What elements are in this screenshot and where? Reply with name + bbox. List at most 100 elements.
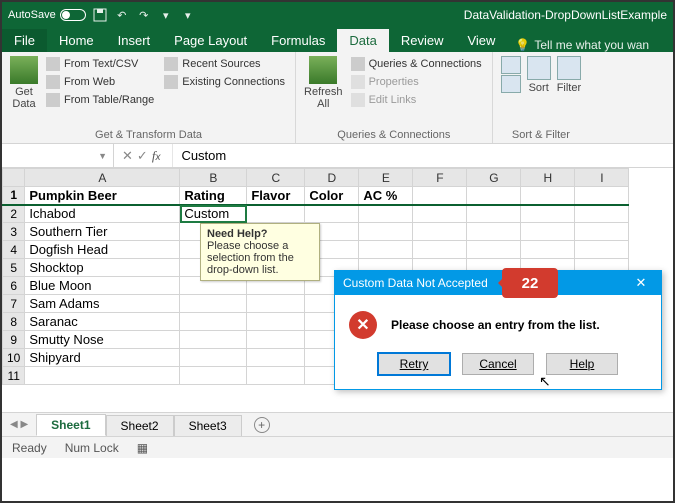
cell[interactable]	[359, 223, 413, 241]
select-all-corner[interactable]	[3, 169, 25, 187]
cell[interactable]: Saranac	[25, 313, 180, 331]
queries-connections-button[interactable]: Queries & Connections	[349, 56, 484, 72]
row-header[interactable]: 8	[3, 313, 25, 331]
cell[interactable]	[305, 205, 359, 223]
cell[interactable]	[413, 187, 467, 205]
help-button[interactable]: Help	[546, 353, 618, 375]
cell[interactable]	[467, 205, 521, 223]
recent-sources-button[interactable]: Recent Sources	[162, 56, 287, 72]
row-header[interactable]: 11	[3, 367, 25, 385]
tab-file[interactable]: File	[2, 29, 47, 52]
sheet-tab-3[interactable]: Sheet3	[174, 415, 242, 436]
cell[interactable]	[521, 205, 575, 223]
from-web-button[interactable]: From Web	[44, 74, 156, 90]
enter-formula-icon[interactable]: ✓	[137, 148, 148, 164]
autosave-toggle[interactable]: AutoSave	[8, 9, 86, 21]
sheet-tab-2[interactable]: Sheet2	[106, 415, 174, 436]
close-icon[interactable]: ✕	[629, 275, 653, 291]
col-header-G[interactable]: G	[467, 169, 521, 187]
cell[interactable]	[180, 367, 247, 385]
cell[interactable]: Shocktop	[25, 259, 180, 277]
cell[interactable]: Color	[305, 187, 359, 205]
edit-links-button[interactable]: Edit Links	[349, 92, 484, 108]
row-header[interactable]: 5	[3, 259, 25, 277]
row-header[interactable]: 1	[3, 187, 25, 205]
cancel-button[interactable]: Cancel	[462, 353, 534, 375]
cell[interactable]	[413, 205, 467, 223]
cell[interactable]	[180, 349, 247, 367]
cell[interactable]	[180, 313, 247, 331]
sort-za-icon[interactable]	[501, 75, 521, 93]
row-header[interactable]: 6	[3, 277, 25, 295]
tell-me-search[interactable]: 💡 Tell me what you wan	[515, 38, 649, 52]
retry-button[interactable]: Retry	[378, 353, 450, 375]
sheet-nav-arrows[interactable]: ◀ ▶	[2, 419, 36, 430]
cell[interactable]	[575, 241, 629, 259]
existing-connections-button[interactable]: Existing Connections	[162, 74, 287, 90]
row-header[interactable]: 10	[3, 349, 25, 367]
cell[interactable]	[247, 367, 305, 385]
cell[interactable]	[575, 187, 629, 205]
cell[interactable]: Custom▼	[180, 205, 247, 223]
cell[interactable]	[180, 331, 247, 349]
save-icon[interactable]	[92, 7, 108, 23]
cell[interactable]: Dogfish Head	[25, 241, 180, 259]
cell[interactable]	[247, 205, 305, 223]
cell[interactable]: Sam Adams	[25, 295, 180, 313]
cell[interactable]: Rating	[180, 187, 247, 205]
cell[interactable]: Flavor	[247, 187, 305, 205]
fx-icon[interactable]: fx	[152, 148, 161, 164]
cell[interactable]	[467, 187, 521, 205]
mouse-icon[interactable]: ▾	[158, 7, 174, 23]
tab-page-layout[interactable]: Page Layout	[162, 29, 259, 52]
cell[interactable]	[575, 223, 629, 241]
col-header-A[interactable]: A	[25, 169, 180, 187]
cell[interactable]	[25, 367, 180, 385]
cell[interactable]	[413, 241, 467, 259]
col-header-H[interactable]: H	[521, 169, 575, 187]
sort-az-icon[interactable]	[501, 56, 521, 74]
col-header-C[interactable]: C	[247, 169, 305, 187]
tab-formulas[interactable]: Formulas	[259, 29, 337, 52]
col-header-B[interactable]: B	[180, 169, 247, 187]
new-sheet-button[interactable]: +	[254, 417, 270, 433]
row-header[interactable]: 2	[3, 205, 25, 223]
cell[interactable]	[359, 241, 413, 259]
more-icon[interactable]: ▾	[180, 7, 196, 23]
from-text-csv-button[interactable]: From Text/CSV	[44, 56, 156, 72]
cell[interactable]	[521, 187, 575, 205]
redo-icon[interactable]: ↷	[136, 7, 152, 23]
properties-button[interactable]: Properties	[349, 74, 484, 90]
tab-insert[interactable]: Insert	[106, 29, 163, 52]
get-data-button[interactable]: Get Data	[10, 56, 38, 110]
cell[interactable]: Ichabod	[25, 205, 180, 223]
cell[interactable]	[247, 349, 305, 367]
tab-home[interactable]: Home	[47, 29, 106, 52]
cell[interactable]	[467, 241, 521, 259]
cell[interactable]: AC %	[359, 187, 413, 205]
cell[interactable]	[521, 223, 575, 241]
cell[interactable]	[413, 223, 467, 241]
tab-review[interactable]: Review	[389, 29, 456, 52]
filter-button[interactable]: Filter	[557, 56, 581, 94]
from-table-range-button[interactable]: From Table/Range	[44, 92, 156, 108]
row-header[interactable]: 9	[3, 331, 25, 349]
cell[interactable]	[180, 295, 247, 313]
row-header[interactable]: 4	[3, 241, 25, 259]
refresh-all-button[interactable]: Refresh All	[304, 56, 343, 110]
cell[interactable]: Smutty Nose	[25, 331, 180, 349]
cell[interactable]: Southern Tier	[25, 223, 180, 241]
row-header[interactable]: 7	[3, 295, 25, 313]
cancel-formula-icon[interactable]: ✕	[122, 148, 133, 164]
col-header-D[interactable]: D	[305, 169, 359, 187]
cell[interactable]	[359, 205, 413, 223]
col-header-F[interactable]: F	[413, 169, 467, 187]
cell[interactable]: Pumpkin Beer	[25, 187, 180, 205]
col-header-E[interactable]: E	[359, 169, 413, 187]
sheet-tab-1[interactable]: Sheet1	[36, 414, 105, 436]
macro-record-icon[interactable]: ▦	[137, 441, 148, 455]
cell[interactable]	[467, 223, 521, 241]
row-header[interactable]: 3	[3, 223, 25, 241]
tab-data[interactable]: Data	[337, 29, 388, 52]
sort-button[interactable]: Sort	[527, 56, 551, 94]
